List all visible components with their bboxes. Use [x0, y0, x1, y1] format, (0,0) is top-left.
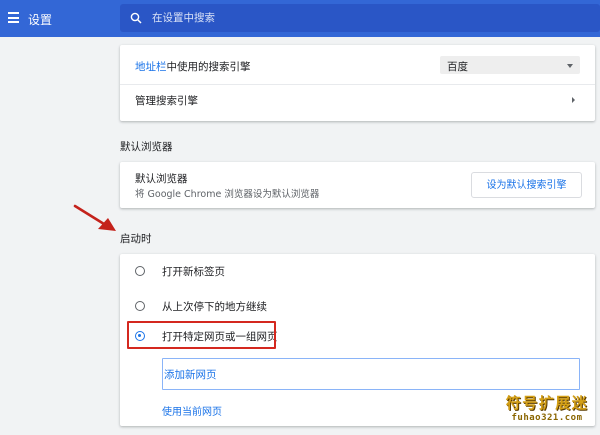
startup-option-label: 打开新标签页 [162, 266, 225, 278]
watermark-top-text: 符号扩展迷 [505, 394, 589, 412]
manage-search-engines-row[interactable]: 管理搜索引擎 [120, 85, 595, 121]
startup-option-new-tab[interactable]: 打开新标签页 [120, 258, 595, 284]
address-bar-label-rest: 中使用的搜索引擎 [166, 61, 251, 73]
add-new-page-field[interactable]: 添加新网页 [162, 358, 580, 390]
dropdown-arrow-icon [567, 64, 573, 68]
search-engine-card: 地址栏中使用的搜索引擎 百度 管理搜索引擎 [120, 45, 595, 121]
address-bar-search-engine-label: 地址栏中使用的搜索引擎 [135, 59, 251, 74]
search-input[interactable] [152, 4, 582, 32]
add-new-page-label: 添加新网页 [164, 369, 217, 381]
default-browser-card: 默认浏览器 将 Google Chrome 浏览器设为默认浏览器 设为默认搜索引… [120, 162, 595, 208]
search-box[interactable] [120, 4, 600, 32]
make-default-button[interactable]: 设为默认搜索引擎 [471, 172, 582, 198]
top-bar: 设置 [0, 0, 600, 37]
search-engine-select[interactable]: 百度 [440, 56, 580, 74]
address-bar-link[interactable]: 地址栏 [135, 61, 167, 73]
startup-option-label: 从上次停下的地方继续 [162, 301, 267, 313]
startup-option-continue[interactable]: 从上次停下的地方继续 [120, 293, 595, 319]
chevron-right-icon [572, 97, 575, 103]
page-title: 设置 [28, 13, 53, 27]
default-browser-section-title: 默认浏览器 [120, 141, 173, 153]
hamburger-menu-icon[interactable] [8, 12, 19, 23]
watermark-url-text: fuhao321.com [511, 413, 583, 423]
radio-continue[interactable] [135, 301, 145, 311]
red-pointer-arrow-icon [73, 204, 116, 231]
default-browser-row-subtitle: 将 Google Chrome 浏览器设为默认浏览器 [135, 189, 320, 200]
red-highlight-box [127, 321, 276, 349]
search-icon [130, 12, 142, 24]
on-startup-section-title: 启动时 [120, 233, 152, 245]
use-current-pages-link[interactable]: 使用当前网页 [162, 403, 222, 418]
default-browser-row-title: 默认浏览器 [135, 173, 188, 185]
site-watermark-logo: 符号扩展迷 fuhao321.com [501, 392, 593, 430]
radio-new-tab[interactable] [135, 266, 145, 276]
manage-search-engines-label: 管理搜索引擎 [135, 95, 198, 107]
search-engine-selected-value: 百度 [447, 61, 468, 73]
